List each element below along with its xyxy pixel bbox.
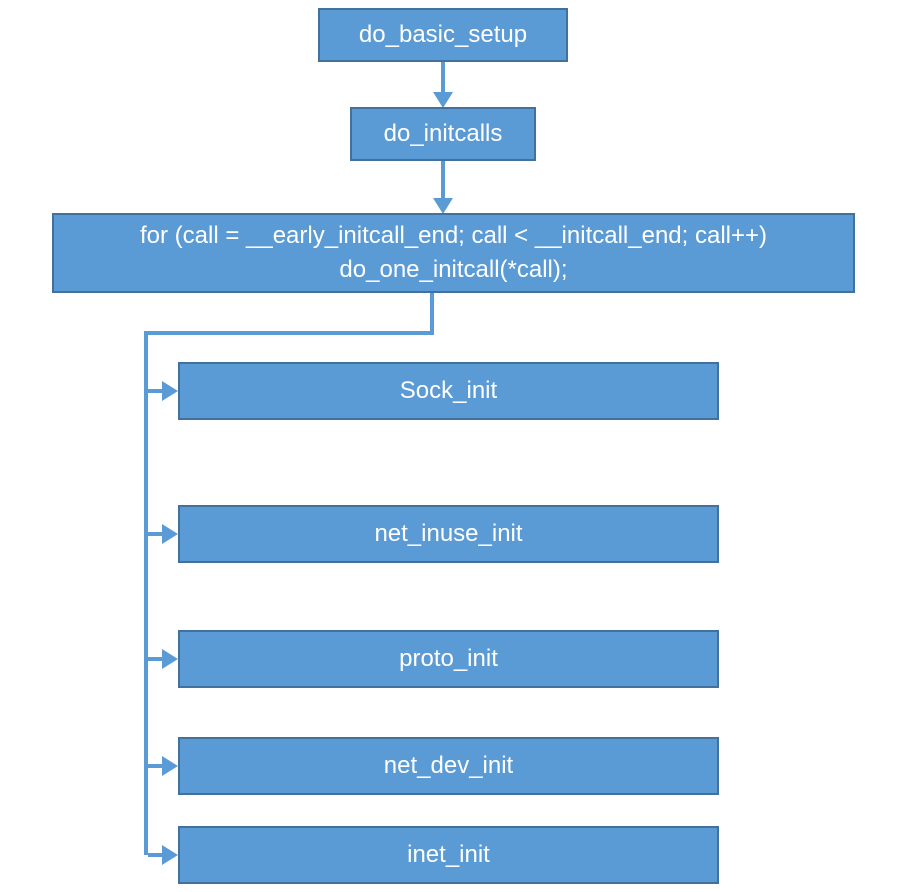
arrow-connector [144, 331, 434, 335]
arrow-head-right-icon [162, 649, 178, 669]
node-sock-init: Sock_init [178, 362, 719, 420]
node-label: Sock_init [400, 377, 497, 405]
node-label: proto_init [399, 645, 498, 673]
node-label: inet_init [407, 841, 490, 869]
node-net-inuse-init: net_inuse_init [178, 505, 719, 563]
node-label: do_basic_setup [359, 21, 527, 49]
node-do-basic-setup: do_basic_setup [318, 8, 568, 62]
arrow-head-right-icon [162, 756, 178, 776]
node-label-line1: for (call = __early_initcall_end; call <… [140, 219, 767, 253]
arrow-connector [441, 62, 445, 92]
node-label: net_inuse_init [374, 520, 522, 548]
arrow-connector [441, 161, 445, 199]
arrow-connector [148, 532, 162, 536]
arrow-head-down-icon [433, 198, 453, 214]
node-inet-init: inet_init [178, 826, 719, 884]
arrow-connector [148, 764, 162, 768]
arrow-connector [148, 389, 162, 393]
node-proto-init: proto_init [178, 630, 719, 688]
node-label: do_initcalls [384, 120, 503, 148]
node-label: net_dev_init [384, 752, 513, 780]
arrow-head-right-icon [162, 524, 178, 544]
arrow-connector [148, 657, 162, 661]
arrow-head-right-icon [162, 381, 178, 401]
arrow-connector [430, 293, 434, 333]
node-do-initcalls: do_initcalls [350, 107, 536, 161]
node-for-loop: for (call = __early_initcall_end; call <… [52, 213, 855, 293]
arrow-head-right-icon [162, 845, 178, 865]
node-net-dev-init: net_dev_init [178, 737, 719, 795]
arrow-head-down-icon [433, 92, 453, 108]
arrow-connector [148, 853, 162, 857]
arrow-connector [144, 331, 148, 855]
node-label-line2: do_one_initcall(*call); [339, 253, 567, 287]
